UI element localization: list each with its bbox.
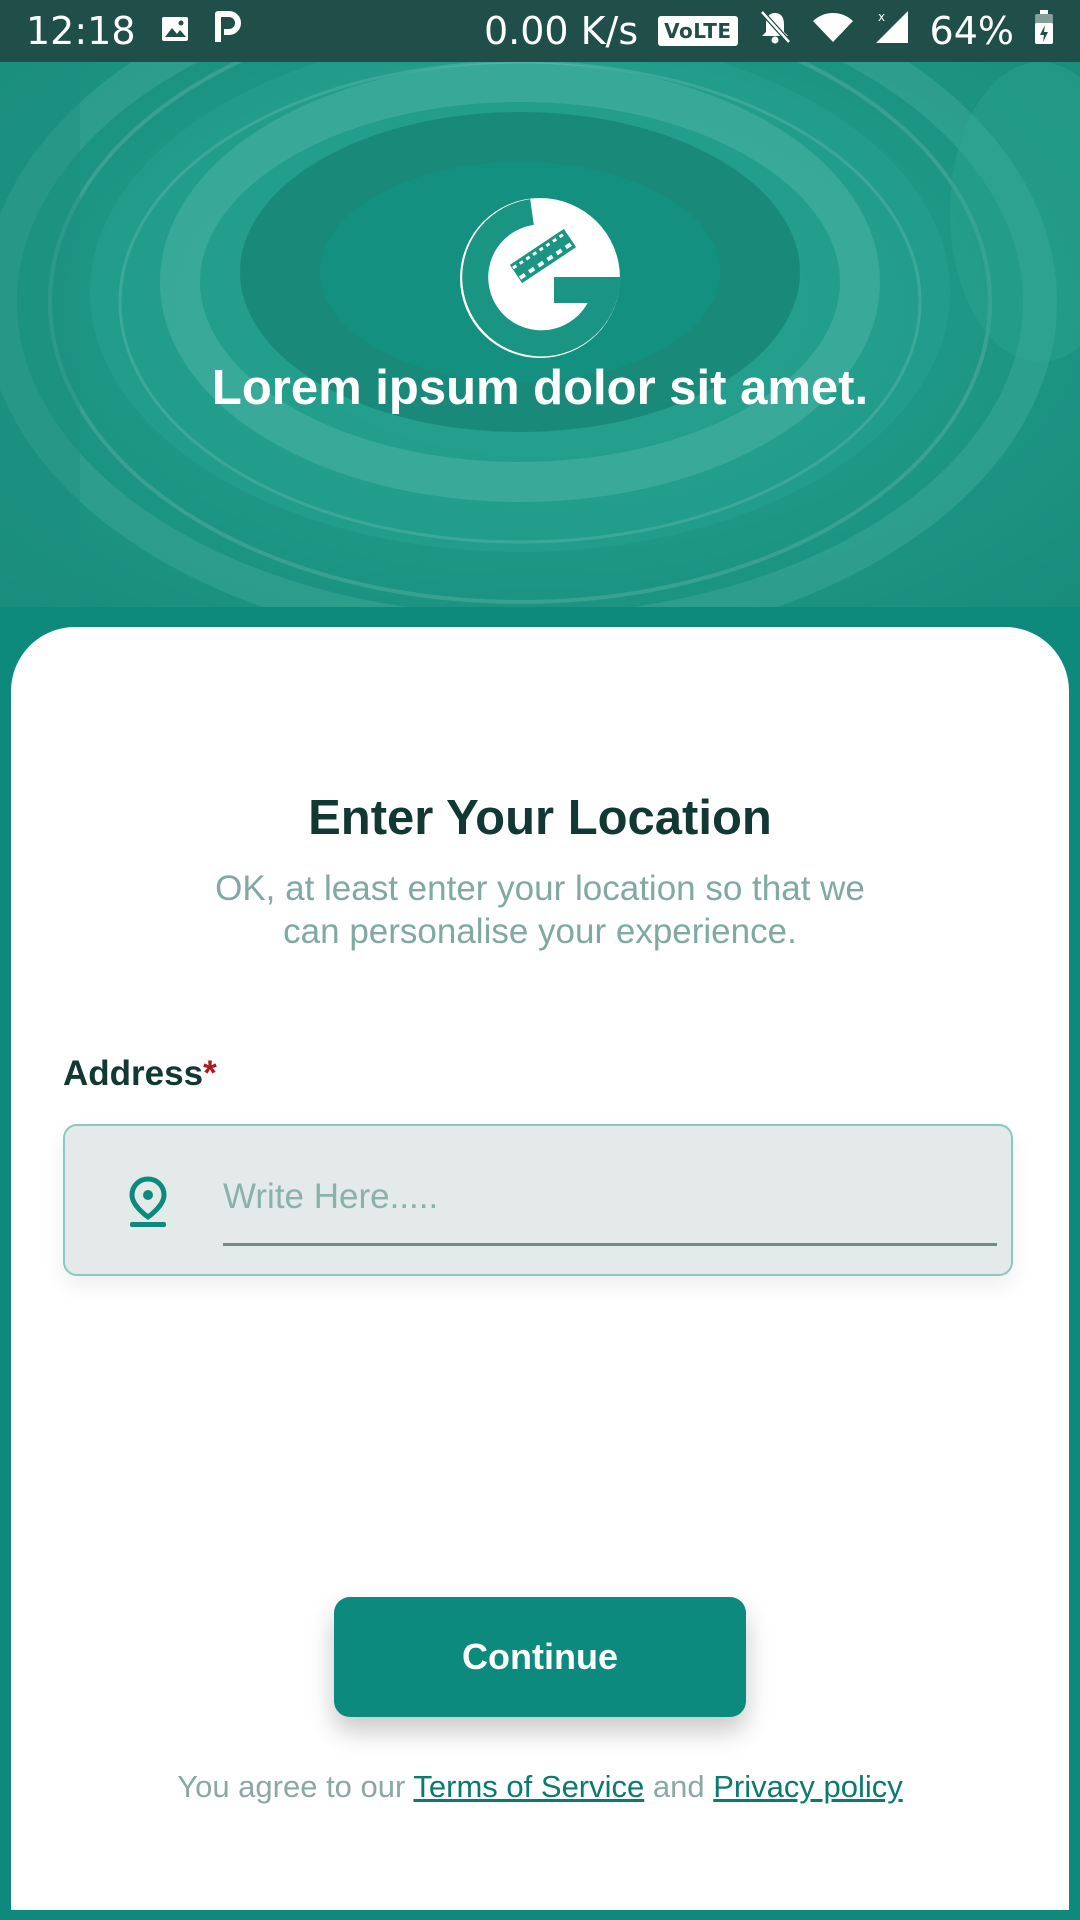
address-label: Address* <box>63 1054 217 1094</box>
bell-off-icon <box>758 9 792 54</box>
cricket-ball-logo <box>460 198 622 358</box>
continue-button[interactable]: Continue <box>334 1597 746 1717</box>
address-label-text: Address <box>63 1054 204 1093</box>
header-banner: Lorem ipsum dolor sit amet. <box>0 62 1080 607</box>
page-subtitle: OK, at least enter your location so that… <box>215 869 865 951</box>
legal-notice: You agree to our Terms of Service and Pr… <box>11 1769 1069 1805</box>
legal-conjunction: and <box>652 1769 705 1804</box>
wifi-icon <box>812 9 854 53</box>
volte-badge: VoLTE <box>658 16 738 46</box>
svg-text:x: x <box>878 10 885 24</box>
address-input[interactable] <box>223 1156 997 1246</box>
battery-icon <box>1034 9 1054 53</box>
image-icon <box>160 9 190 53</box>
status-bar: 12:18 0.00 K/s VoLTE x 64% <box>0 0 1080 62</box>
clock: 12:18 <box>26 9 136 53</box>
header-tagline: Lorem ipsum dolor sit amet. <box>211 361 869 415</box>
battery-percent: 64% <box>929 9 1014 53</box>
address-field[interactable] <box>63 1124 1013 1276</box>
legal-prefix: You agree to our <box>177 1769 406 1804</box>
signal-icon: x <box>874 9 910 54</box>
privacy-policy-link[interactable]: Privacy policy <box>713 1769 903 1804</box>
p-app-icon <box>214 9 242 53</box>
network-speed: 0.00 K/s <box>483 9 639 53</box>
required-mark: * <box>203 1054 217 1093</box>
location-card: Enter Your Location OK, at least enter y… <box>11 627 1069 1910</box>
page-title: Enter Your Location <box>308 791 772 845</box>
terms-of-service-link[interactable]: Terms of Service <box>413 1769 644 1804</box>
location-pin-icon <box>129 1176 167 1227</box>
